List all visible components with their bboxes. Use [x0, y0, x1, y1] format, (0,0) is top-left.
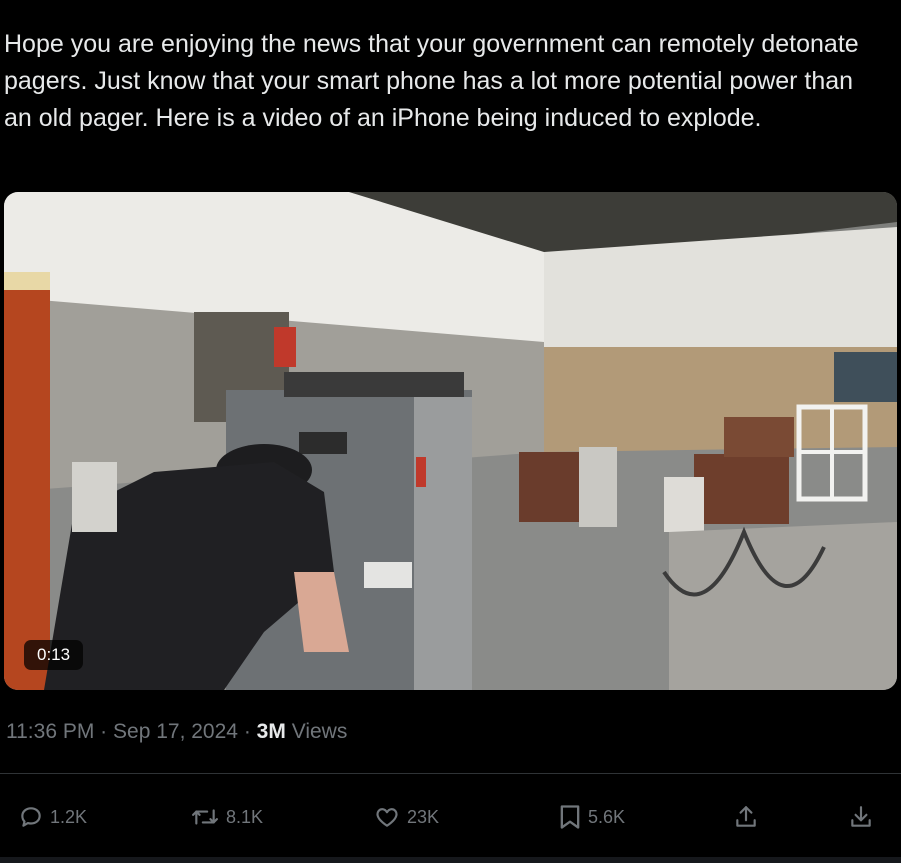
reply-count: 1.2K: [50, 806, 88, 827]
tweet-date[interactable]: Sep 17, 2024: [113, 720, 238, 743]
retweet-count: 8.1K: [226, 806, 264, 827]
meta-separator: ·: [100, 720, 108, 743]
tweet-text: Hope you are enjoying the news that your…: [4, 30, 859, 132]
share-icon: [736, 806, 756, 827]
bookmark-count: 5.6K: [588, 806, 626, 827]
divider: [0, 773, 901, 774]
views-label: Views: [291, 720, 348, 743]
video-duration: 0:13: [24, 640, 84, 670]
reply-icon: [21, 807, 41, 827]
retweet-button[interactable]: 8.1K: [190, 795, 263, 839]
video-player[interactable]: 0:13: [4, 192, 897, 690]
like-button[interactable]: 23K: [373, 795, 439, 839]
tweet-time[interactable]: 11:36 PM: [6, 720, 94, 743]
heart-icon: [376, 808, 398, 827]
bottom-strip: [0, 857, 901, 863]
share-button[interactable]: [733, 795, 759, 839]
action-bar: 1.2K 8.1K 23K 5.6K: [0, 795, 901, 839]
bookmark-button[interactable]: 5.6K: [558, 795, 625, 839]
reply-button[interactable]: 1.2K: [18, 795, 87, 839]
download-button[interactable]: [848, 795, 874, 839]
like-count: 23K: [407, 806, 440, 827]
meta-separator: ·: [243, 720, 251, 743]
download-icon: [851, 806, 871, 827]
views-count: 3M: [256, 720, 286, 743]
video-frame-scene: [4, 192, 897, 690]
bookmark-icon: [560, 805, 580, 829]
retweet-icon: [191, 809, 218, 825]
tweet-meta: 11:36 PM · Sep 17, 2024 · 3M Views: [6, 720, 347, 744]
